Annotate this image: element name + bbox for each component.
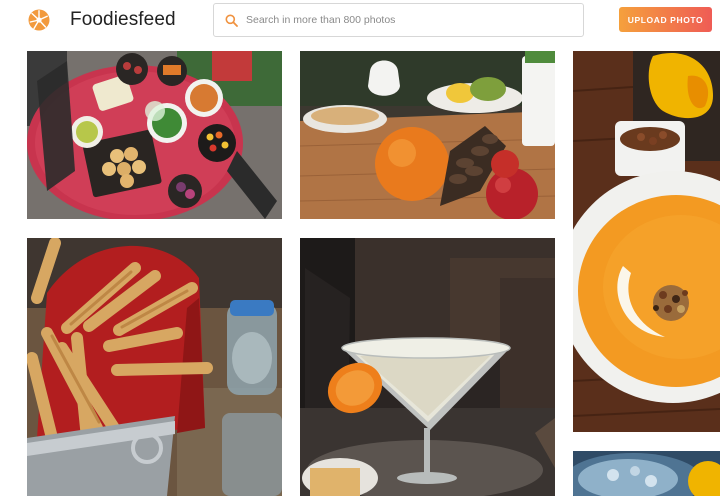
logo-icon[interactable]	[28, 9, 50, 31]
photo-orange-pinecone-image	[300, 51, 555, 219]
search-box[interactable]	[213, 3, 584, 37]
site-header: Foodiesfeed UPLOAD PHOTO	[0, 0, 720, 44]
photo-picnic-table[interactable]	[27, 51, 282, 219]
search-input[interactable]	[246, 4, 576, 36]
photo-pumpkin-soup-image	[573, 51, 720, 432]
photo-cocktail[interactable]	[300, 238, 555, 496]
photo-breadsticks[interactable]	[27, 238, 282, 496]
brand-name[interactable]: Foodiesfeed	[70, 9, 176, 31]
photo-blue-dish-image	[573, 451, 720, 496]
photo-blue-dish[interactable]	[573, 451, 720, 496]
photo-picnic-table-image	[27, 51, 282, 219]
photo-cocktail-image	[300, 238, 555, 496]
photo-pumpkin-soup[interactable]	[573, 51, 720, 432]
photo-breadsticks-image	[27, 238, 282, 496]
photo-orange-pinecone[interactable]	[300, 51, 555, 219]
search-icon	[225, 14, 238, 27]
upload-photo-button[interactable]: UPLOAD PHOTO	[619, 7, 712, 32]
